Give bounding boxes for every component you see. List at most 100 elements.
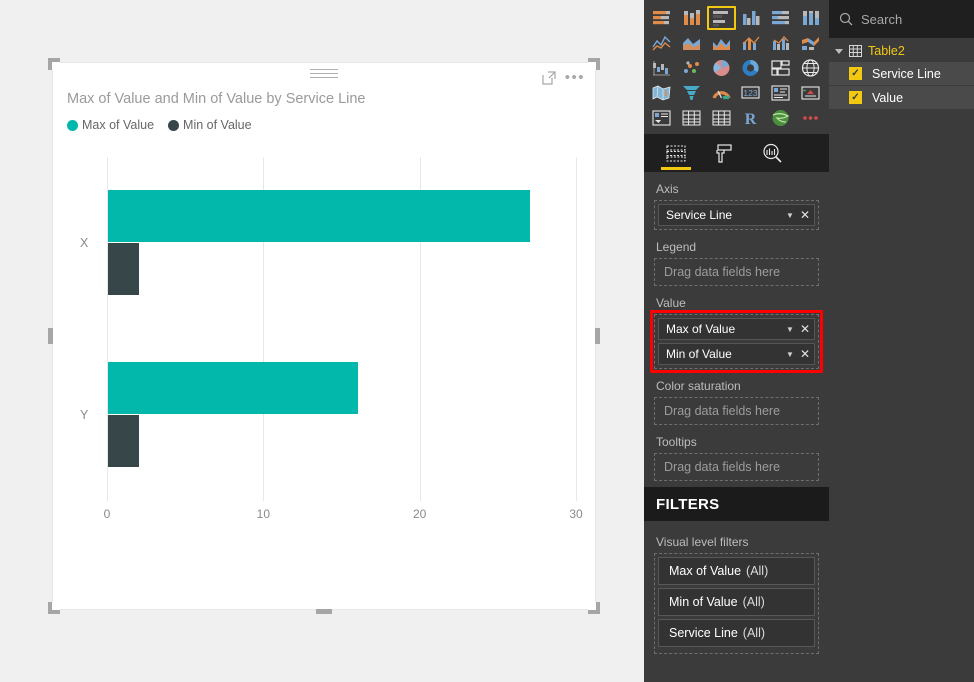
chevron-down-icon[interactable]: ▼ xyxy=(786,350,794,359)
field-row-service-line[interactable]: ✓ Service Line xyxy=(829,62,974,85)
visualizations-tab-strip[interactable] xyxy=(644,134,829,172)
matrix-button[interactable] xyxy=(707,106,736,130)
fields-tab[interactable] xyxy=(652,134,700,172)
bar-chart-visual[interactable]: ••• Max of Value and Min of Value by Ser… xyxy=(52,62,596,610)
treemap-button[interactable] xyxy=(767,56,796,80)
field-pill-min-of-value[interactable]: Min of Value ▼ ✕ xyxy=(658,343,815,365)
visualizations-pane[interactable]: 123 R Axis Service Line ▼ ✕ Legend Drag data xyxy=(644,0,829,682)
filter-card-max-of-value[interactable]: Max of Value (All) xyxy=(658,557,815,585)
line-and-stacked-column-chart-button[interactable] xyxy=(737,31,766,55)
legend-label-max: Max of Value xyxy=(82,118,155,132)
clustered-bar-chart-button[interactable] xyxy=(707,6,736,30)
filter-scope: (All) xyxy=(746,564,769,578)
well-dropzone-legend[interactable]: Drag data fields here xyxy=(654,258,819,286)
clustered-column-chart-button[interactable] xyxy=(737,6,766,30)
remove-field-icon[interactable]: ✕ xyxy=(800,209,810,221)
remove-field-icon[interactable]: ✕ xyxy=(800,348,810,360)
well-dropzone-axis[interactable]: Service Line ▼ ✕ xyxy=(654,200,819,230)
filters-body[interactable]: Visual level filters Max of Value (All) Mi… xyxy=(644,521,829,654)
gauge-button[interactable] xyxy=(707,81,736,105)
bar-Y-min[interactable] xyxy=(108,415,140,468)
filters-header: FILTERS xyxy=(644,487,829,521)
arcgis-maps-button[interactable] xyxy=(767,106,796,130)
waterfall-chart-button[interactable] xyxy=(648,56,677,80)
fields-search-input[interactable]: Search xyxy=(861,12,902,27)
resize-handle-top-right[interactable] xyxy=(588,58,600,70)
focus-mode-icon[interactable] xyxy=(542,71,556,85)
r-script-visual-button[interactable]: R xyxy=(737,106,766,130)
resize-handle-bottom-right[interactable] xyxy=(588,602,600,614)
multi-row-card-icon xyxy=(771,85,790,101)
area-chart-button[interactable] xyxy=(678,31,707,55)
table-button[interactable] xyxy=(678,106,707,130)
plot-area: 0 10 20 30 xyxy=(104,157,583,529)
filter-scope: (All) xyxy=(742,626,766,640)
stacked-area-chart-button[interactable] xyxy=(707,31,736,55)
stacked-bar-chart-button[interactable] xyxy=(648,6,677,30)
chevron-down-icon[interactable]: ▼ xyxy=(786,325,794,334)
report-canvas[interactable]: ••• Max of Value and Min of Value by Ser… xyxy=(0,0,644,682)
resize-handle-top-left[interactable] xyxy=(48,58,60,70)
filter-card-min-of-value[interactable]: Min of Value (All) xyxy=(658,588,815,616)
fields-search-row[interactable]: Search xyxy=(829,0,974,38)
map-button[interactable] xyxy=(796,56,825,80)
line-and-stacked-column-chart-icon xyxy=(742,36,760,50)
field-row-value[interactable]: ✓ Value xyxy=(829,86,974,109)
legend-label-min: Min of Value xyxy=(183,118,252,132)
slicer-button[interactable] xyxy=(648,106,677,130)
analytics-tab[interactable] xyxy=(748,134,796,172)
ribbon-chart-button[interactable] xyxy=(796,31,825,55)
bar-Y-max[interactable] xyxy=(108,361,359,414)
chevron-down-icon[interactable]: ▼ xyxy=(786,211,794,220)
pie-chart-button[interactable] xyxy=(707,56,736,80)
pie-chart-icon xyxy=(713,60,730,76)
field-checkbox[interactable]: ✓ xyxy=(849,91,862,104)
funnel-button[interactable] xyxy=(678,81,707,105)
resize-handle-bottom-left[interactable] xyxy=(48,602,60,614)
drop-hint: Drag data fields here xyxy=(664,265,781,279)
funnel-icon xyxy=(682,86,700,100)
more-visuals-button[interactable] xyxy=(796,106,825,130)
legend-item-min[interactable]: Min of Value xyxy=(168,118,252,132)
fields-pane[interactable]: Search Table2 ✓ Service Line ✓ Value xyxy=(829,0,974,682)
kpi-button[interactable] xyxy=(796,81,825,105)
stacked-column-chart-button[interactable] xyxy=(678,6,707,30)
fields-table-row[interactable]: Table2 xyxy=(829,38,974,62)
field-checkbox[interactable]: ✓ xyxy=(849,67,862,80)
bar-X-min[interactable] xyxy=(108,243,140,296)
filled-map-button[interactable] xyxy=(648,81,677,105)
fields-list[interactable]: ✓ Service Line ✓ Value xyxy=(829,62,974,109)
filter-card-service-line[interactable]: Service Line (All) xyxy=(658,619,815,647)
well-dropzone-color-saturation[interactable]: Drag data fields here xyxy=(654,397,819,425)
resize-handle-middle-left[interactable] xyxy=(48,328,53,344)
field-pill-max-of-value[interactable]: Max of Value ▼ ✕ xyxy=(658,318,815,340)
line-chart-button[interactable] xyxy=(648,31,677,55)
remove-field-icon[interactable]: ✕ xyxy=(800,323,810,335)
drag-handle-icon[interactable] xyxy=(310,69,338,79)
well-dropzone-value[interactable]: Max of Value ▼ ✕ Min of Value ▼ ✕ xyxy=(654,314,819,369)
field-name: Value xyxy=(872,90,904,105)
hundred-percent-stacked-bar-chart-button[interactable] xyxy=(767,6,796,30)
bar-X-max[interactable] xyxy=(108,189,531,242)
chevron-down-icon[interactable] xyxy=(835,48,843,54)
well-label-color-saturation: Color saturation xyxy=(656,379,741,393)
visual-level-filters-dropzone[interactable]: Max of Value (All) Min of Value (All) Servic… xyxy=(654,553,819,654)
resize-handle-middle-right[interactable] xyxy=(595,328,600,344)
format-tab[interactable] xyxy=(700,134,748,172)
field-pill-service-line[interactable]: Service Line ▼ ✕ xyxy=(658,204,815,226)
line-and-clustered-column-chart-button[interactable] xyxy=(767,31,796,55)
donut-chart-button[interactable] xyxy=(737,56,766,80)
visual-header-menu[interactable]: ••• xyxy=(542,70,585,85)
well-dropzone-tooltips[interactable]: Drag data fields here xyxy=(654,453,819,481)
visualization-type-gallery[interactable]: 123 R xyxy=(644,0,829,134)
card-button[interactable]: 123 xyxy=(737,81,766,105)
multi-row-card-button[interactable] xyxy=(767,81,796,105)
hundred-percent-stacked-column-chart-button[interactable] xyxy=(796,6,825,30)
resize-handle-bottom-center[interactable] xyxy=(316,609,332,614)
legend-item-max[interactable]: Max of Value xyxy=(67,118,154,132)
visual-container-selected[interactable]: ••• Max of Value and Min of Value by Ser… xyxy=(48,58,600,614)
field-wells[interactable]: Axis Service Line ▼ ✕ Legend Drag data fields… xyxy=(644,172,829,481)
x-tick-label: 20 xyxy=(412,507,427,521)
scatter-chart-button[interactable] xyxy=(678,56,707,80)
ellipsis-icon[interactable]: ••• xyxy=(565,70,585,85)
